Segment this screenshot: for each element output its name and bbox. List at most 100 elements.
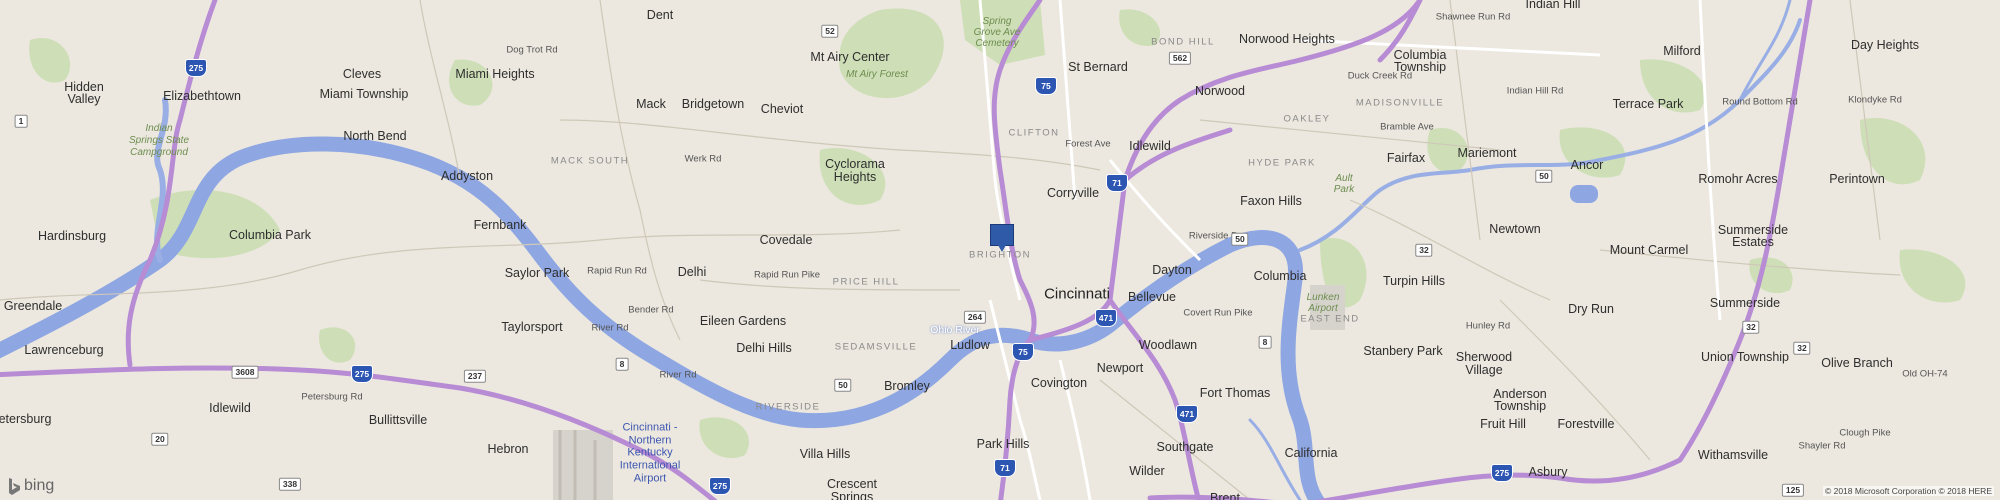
place-label: SEDAMSVILLE [834, 341, 918, 353]
place-label: OAKLEY [1283, 113, 1331, 125]
place-label: Forest Ave [1065, 138, 1111, 150]
place-label: Rapid Run Rd [587, 265, 647, 277]
place-label: Perintown [1829, 171, 1885, 186]
place-label: Union Township [1700, 349, 1790, 364]
place-label: Dent [646, 7, 674, 22]
place-label: Springs State [128, 135, 190, 146]
place-label: Greendale [3, 298, 63, 313]
place-label: Fruit Hill [1480, 416, 1526, 431]
place-label: Miami Heights [455, 66, 535, 81]
place-label: Shawnee Run Rd [1435, 11, 1511, 23]
place-label: Romohr Acres [1698, 171, 1778, 186]
place-label: EAST END [1300, 313, 1360, 325]
place-label: Clough Pike [1839, 427, 1891, 439]
place-label: Newtown [1489, 221, 1541, 236]
place-label: Mariemont [1457, 145, 1517, 160]
place-label: Indian Hill [1525, 0, 1581, 11]
place-label: Bender Rd [628, 304, 674, 316]
place-label: MACK SOUTH [550, 155, 630, 167]
place-label: Bridgetown [681, 96, 745, 111]
place-label: Newport [1096, 360, 1144, 375]
route-shield-icon: 1 [14, 114, 28, 128]
bing-logo: bing [8, 477, 54, 495]
place-label: Columbia Park [229, 227, 311, 242]
route-shield-icon: 20 [151, 432, 169, 446]
place-label: Crescent [826, 476, 878, 491]
place-label: Indian [145, 123, 173, 134]
place-label: Columbia [1253, 268, 1307, 283]
place-label: Hunley Rd [1465, 320, 1511, 332]
place-label: Township [1493, 398, 1547, 413]
place-label: Duck Creek Rd [1347, 70, 1413, 82]
place-label: Ludlow [950, 337, 990, 352]
route-shield-icon: 32 [1793, 341, 1811, 355]
place-label: Fairfax [1386, 150, 1426, 165]
interstate-shield-icon: 71 [994, 459, 1016, 477]
place-label: PRICE HILL [832, 276, 900, 288]
place-label: Day Heights [1850, 37, 1920, 52]
map-canvas[interactable]: Dent Mt Airy Center Cleves Miami Heights Hid… [0, 0, 2000, 500]
place-label: Faxon Hills [1240, 193, 1302, 208]
place-label: River Rd [591, 322, 629, 334]
place-label: Bramble Ave [1380, 121, 1434, 133]
place-label: Klondyke Rd [1848, 94, 1902, 106]
place-label: etersburg [0, 411, 52, 426]
place-label: HYDE PARK [1248, 157, 1316, 169]
interstate-shield-icon: 71 [1106, 174, 1128, 192]
place-label: Mt Airy Center [810, 49, 890, 64]
place-label: Bullittsville [368, 412, 428, 427]
place-label: Airport [1308, 303, 1338, 314]
place-label: Olive Branch [1821, 355, 1893, 370]
place-label: Miami Township [319, 86, 409, 101]
place-label: Covington [1030, 375, 1088, 390]
route-shield-icon: 32 [1415, 243, 1433, 257]
place-label: BOND HILL [1151, 36, 1215, 48]
place-label: Hebron [487, 441, 529, 456]
place-label: Werk Rd [684, 153, 722, 165]
place-label: Mount Carmel [1609, 242, 1689, 257]
place-label: Idlewild [209, 400, 251, 415]
bing-wordmark: bing [24, 477, 55, 494]
place-label: Saylor Park [504, 265, 570, 280]
route-shield-icon: 562 [1168, 51, 1192, 65]
place-label: Covedale [759, 232, 813, 247]
place-label: Park [1333, 184, 1355, 195]
interstate-shield-icon: 275 [1491, 464, 1513, 482]
place-label: Elizabethtown [163, 88, 241, 103]
place-label: Park Hills [976, 436, 1030, 451]
place-label: Fort Thomas [1199, 385, 1271, 400]
place-label: Village [1465, 362, 1503, 377]
place-label: Milford [1663, 43, 1701, 58]
place-label: California [1284, 445, 1338, 460]
place-label: RIVERSIDE [755, 401, 821, 413]
location-marker-icon[interactable] [990, 224, 1014, 252]
place-label: Terrace Park [1612, 96, 1684, 111]
place-label: Delhi Hills [736, 340, 792, 355]
place-label: Cemetery [975, 38, 1019, 49]
place-label: Cyclorama [825, 156, 885, 171]
place-label: Wilder [1129, 463, 1165, 478]
airport-area [553, 430, 613, 500]
place-label: Summerside [1709, 295, 1781, 310]
place-label: Fernbank [473, 217, 527, 232]
place-label: Petersburg Rd [301, 391, 363, 403]
place-label: Sherwood [1455, 349, 1513, 364]
place-label: Woodlawn [1138, 337, 1198, 352]
place-label: St Bernard [1068, 59, 1128, 74]
place-label: Indian Hill Rd [1506, 85, 1564, 97]
place-label: Shayler Rd [1798, 440, 1846, 452]
place-label: Dry Run [1568, 301, 1614, 316]
route-shield-icon: 125 [1781, 483, 1805, 497]
place-label: Dayton [1152, 262, 1192, 277]
place-label: Mt Airy Forest [846, 69, 908, 80]
place-label: Valley [67, 91, 101, 106]
place-label: Brent [1210, 490, 1240, 500]
place-label: Bellevue [1128, 289, 1176, 304]
route-shield-icon: 50 [834, 378, 852, 392]
place-label: Villa Hills [799, 446, 851, 461]
place-label: Bromley [884, 378, 930, 393]
place-label: Forestville [1557, 416, 1615, 431]
place-label: Mack [636, 96, 666, 111]
place-label: Spring [982, 16, 1012, 27]
place-label: Cleves [342, 66, 382, 81]
